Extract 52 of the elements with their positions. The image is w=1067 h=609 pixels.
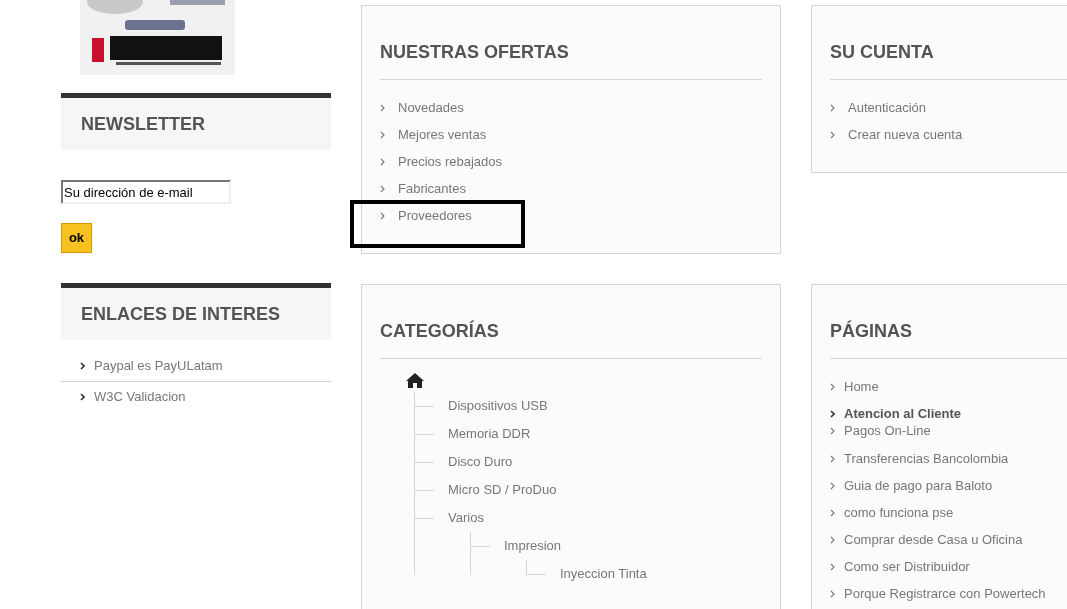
category-link[interactable]: Impresion <box>504 536 562 556</box>
section-title: ENLACES DE INTERES <box>81 302 281 326</box>
category-link[interactable]: Dispositivos USB <box>448 396 548 416</box>
page-link[interactable]: Como ser Distribuidor <box>830 553 1067 580</box>
chevron-icon <box>380 184 385 193</box>
page-link[interactable]: Pagos On-Line <box>830 422 1067 440</box>
chevron-icon <box>830 410 835 418</box>
chevron-icon <box>830 130 835 139</box>
footer-link[interactable]: Mejores ventas <box>380 121 762 148</box>
section-title: SU CUENTA <box>830 41 935 63</box>
chevron-icon <box>380 103 385 112</box>
chevron-icon <box>830 589 835 598</box>
interest-link[interactable]: W3C Validacion <box>94 386 186 407</box>
section-title: PÁGINAS <box>830 320 913 342</box>
chevron-icon <box>380 211 385 220</box>
page-heading[interactable]: Atencion al Cliente <box>830 406 1067 422</box>
chevron-icon <box>830 103 835 112</box>
footer-link[interactable]: Precios rebajados <box>380 148 762 175</box>
chevron-icon <box>380 130 385 139</box>
page-link[interactable]: como funciona pse <box>830 499 1067 526</box>
chevron-icon <box>830 427 835 435</box>
section-title: NUESTRAS OFERTAS <box>380 41 570 63</box>
interest-link[interactable]: Paypal es PayULatam <box>94 356 223 376</box>
chevron-icon <box>830 481 835 490</box>
submit-button[interactable]: ok <box>61 223 92 253</box>
chevron-icon <box>830 535 835 544</box>
chevron-icon <box>830 382 835 391</box>
email-field[interactable]: Su dirección de e-mail <box>61 180 231 204</box>
page-link[interactable]: Comprar desde Casa u Oficina <box>830 526 1067 553</box>
section-title: NEWSLETTER <box>81 112 205 136</box>
chevron-icon <box>830 508 835 517</box>
chevron-icon <box>830 562 835 571</box>
page-link[interactable]: Home <box>830 373 1067 400</box>
chevron-icon <box>380 157 385 166</box>
footer-link[interactable]: Proveedores <box>380 202 762 229</box>
footer-link[interactable]: Novedades <box>380 94 762 121</box>
chevron-icon <box>80 362 85 370</box>
section-title: CATEGORÍAS <box>380 320 500 342</box>
footer-link[interactable]: Crear nueva cuenta <box>830 121 1067 148</box>
category-link[interactable]: Micro SD / ProDuo <box>448 480 557 500</box>
chevron-icon <box>830 454 835 463</box>
category-link[interactable]: Inyeccion Tinta <box>560 564 647 584</box>
footer-link[interactable]: Fabricantes <box>380 175 762 202</box>
page-link[interactable]: Transferencias Bancolombia <box>830 445 1067 472</box>
footer-link[interactable]: Autenticación <box>830 94 1067 121</box>
category-link[interactable]: Varios <box>448 508 484 528</box>
page-link[interactable]: Guia de pago para Baloto <box>830 472 1067 499</box>
category-link[interactable]: Disco Duro <box>448 452 513 472</box>
home-icon <box>406 373 424 388</box>
category-link[interactable]: Memoria DDR <box>448 424 531 444</box>
page-link[interactable]: Porque Registrarce con Powertech <box>830 580 1067 607</box>
chevron-icon <box>80 392 85 401</box>
